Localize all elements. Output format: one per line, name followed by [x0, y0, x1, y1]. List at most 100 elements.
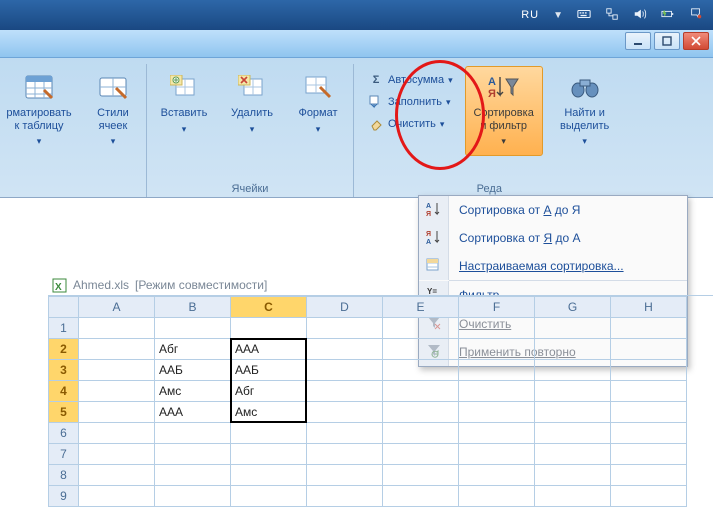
select-all-corner[interactable] — [49, 297, 79, 318]
cell[interactable] — [611, 339, 687, 360]
cell[interactable] — [459, 465, 535, 486]
maximize-button[interactable] — [654, 32, 680, 50]
cell[interactable] — [611, 402, 687, 423]
cell[interactable] — [383, 444, 459, 465]
close-button[interactable] — [683, 32, 709, 50]
cell[interactable] — [307, 402, 383, 423]
row-header[interactable]: 1 — [49, 318, 79, 339]
cell[interactable] — [459, 360, 535, 381]
cell[interactable] — [535, 318, 611, 339]
cell[interactable] — [611, 318, 687, 339]
menu-item-sort-za[interactable]: ЯА Сортировка от Я до А — [419, 224, 687, 252]
column-header[interactable]: C — [231, 297, 307, 318]
cell[interactable] — [79, 360, 155, 381]
cell-styles-button[interactable]: Стили ячеек▾ — [86, 66, 140, 156]
cell[interactable]: ААБ — [155, 360, 231, 381]
cell[interactable] — [383, 381, 459, 402]
cell[interactable] — [383, 339, 459, 360]
cell[interactable] — [611, 486, 687, 507]
cell[interactable] — [155, 318, 231, 339]
cell[interactable] — [459, 318, 535, 339]
cell[interactable] — [79, 402, 155, 423]
cell[interactable] — [535, 339, 611, 360]
cell[interactable] — [459, 339, 535, 360]
format-as-table-button[interactable]: рматировать к таблицу▾ — [0, 66, 78, 156]
column-header[interactable]: D — [307, 297, 383, 318]
cell[interactable]: Абг — [231, 381, 307, 402]
row-header[interactable]: 9 — [49, 486, 79, 507]
cell[interactable] — [231, 486, 307, 507]
language-indicator[interactable]: RU — [521, 9, 539, 21]
cell[interactable]: ААА — [231, 339, 307, 360]
cell[interactable]: Амс — [231, 402, 307, 423]
action-center-icon[interactable] — [689, 7, 703, 24]
spreadsheet-grid[interactable]: ABCDEFGH12АбгААА3ААБААБ4АмсАбг5ААААмс678… — [48, 295, 713, 507]
cell[interactable] — [611, 423, 687, 444]
cell[interactable] — [79, 486, 155, 507]
cell[interactable] — [383, 360, 459, 381]
cell[interactable] — [79, 318, 155, 339]
cell[interactable] — [231, 318, 307, 339]
insert-button[interactable]: Вставить▾ — [153, 66, 215, 156]
cell[interactable] — [535, 444, 611, 465]
cell[interactable] — [155, 486, 231, 507]
cell[interactable] — [231, 444, 307, 465]
column-header[interactable]: A — [79, 297, 155, 318]
cell[interactable] — [611, 381, 687, 402]
column-header[interactable]: E — [383, 297, 459, 318]
cell[interactable] — [79, 423, 155, 444]
cell[interactable] — [155, 423, 231, 444]
cell[interactable] — [383, 402, 459, 423]
cell[interactable] — [535, 360, 611, 381]
column-header[interactable]: F — [459, 297, 535, 318]
sort-filter-button[interactable]: АЯ Сортировка и фильтр▾ — [465, 66, 543, 156]
cell[interactable] — [155, 465, 231, 486]
cell[interactable] — [459, 486, 535, 507]
cell[interactable] — [307, 381, 383, 402]
cell[interactable] — [383, 318, 459, 339]
row-header[interactable]: 3 — [49, 360, 79, 381]
volume-icon[interactable] — [633, 7, 647, 24]
cell[interactable] — [459, 444, 535, 465]
fill-button[interactable]: Заполнить ▾ — [364, 92, 457, 112]
cell[interactable]: ААА — [155, 402, 231, 423]
cell[interactable] — [383, 465, 459, 486]
cell[interactable] — [459, 423, 535, 444]
cell[interactable] — [79, 444, 155, 465]
cell[interactable] — [307, 486, 383, 507]
cell[interactable] — [611, 465, 687, 486]
cell[interactable] — [535, 423, 611, 444]
delete-button[interactable]: Удалить▾ — [223, 66, 281, 156]
keyboard-icon[interactable] — [577, 7, 591, 24]
column-header[interactable]: G — [535, 297, 611, 318]
cell[interactable] — [307, 339, 383, 360]
cell[interactable] — [307, 465, 383, 486]
autosum-button[interactable]: Σ Автосумма ▾ — [364, 70, 457, 90]
cell[interactable] — [535, 402, 611, 423]
cell[interactable] — [307, 423, 383, 444]
column-header[interactable]: B — [155, 297, 231, 318]
cell[interactable] — [307, 318, 383, 339]
cell[interactable] — [459, 381, 535, 402]
cell[interactable] — [307, 444, 383, 465]
cell[interactable] — [459, 402, 535, 423]
row-header[interactable]: 2 — [49, 339, 79, 360]
cell[interactable] — [231, 465, 307, 486]
row-header[interactable]: 5 — [49, 402, 79, 423]
clear-button[interactable]: Очистить ▾ — [364, 114, 457, 134]
cell[interactable] — [535, 486, 611, 507]
cell[interactable] — [611, 444, 687, 465]
cell[interactable] — [79, 465, 155, 486]
menu-item-sort-az[interactable]: АЯ Сортировка от А до Я — [419, 196, 687, 224]
cell[interactable] — [535, 381, 611, 402]
network-icon[interactable] — [605, 7, 619, 24]
cell[interactable] — [383, 486, 459, 507]
cell[interactable] — [535, 465, 611, 486]
cell[interactable]: Амс — [155, 381, 231, 402]
find-select-button[interactable]: Найти и выделить▾ — [551, 66, 619, 156]
row-header[interactable]: 8 — [49, 465, 79, 486]
cell[interactable] — [611, 360, 687, 381]
column-header[interactable]: H — [611, 297, 687, 318]
battery-icon[interactable] — [661, 7, 675, 24]
minimize-button[interactable] — [625, 32, 651, 50]
